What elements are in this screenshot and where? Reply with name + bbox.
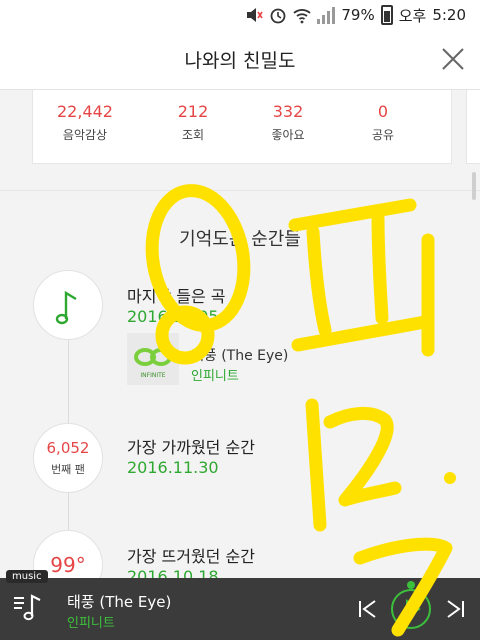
close-icon [442, 48, 464, 70]
scrollbar[interactable] [472, 172, 476, 200]
fan-rank-value: 6,052 [46, 439, 90, 457]
stat-listen: 22,442 음악감상 [40, 102, 130, 143]
album-art[interactable]: INFINITE [127, 333, 179, 385]
music-tag: music [6, 570, 48, 583]
divider [0, 190, 480, 191]
battery-icon [380, 5, 393, 25]
stat-value: 0 [377, 102, 389, 121]
previous-button[interactable] [353, 592, 383, 626]
stat-label: 좋아요 [271, 128, 305, 142]
play-button[interactable] [391, 589, 431, 629]
progress-dot[interactable] [407, 581, 415, 589]
wifi-icon [293, 6, 311, 24]
status-icons: 79% 오후 5:20 [245, 0, 466, 30]
timeline-fan-badge: 6,052 번째 팬 [33, 423, 103, 493]
stat-likes: 332 좋아요 [243, 102, 333, 143]
stat-views: 212 조회 [148, 102, 238, 143]
stat-label: 음악감상 [62, 128, 108, 142]
player-artist[interactable]: 인피니트 [67, 612, 115, 631]
timeline-music-badge [33, 270, 103, 340]
player-song-title[interactable]: 태풍 (The Eye) [67, 591, 171, 612]
next-button[interactable] [440, 592, 470, 626]
page-title: 나와의 친밀도 [184, 50, 296, 72]
close-button[interactable] [438, 44, 468, 74]
infinite-logo-image: INFINITE [134, 348, 172, 379]
song-artist[interactable]: 인피니트 [191, 365, 239, 384]
clock: 5:20 [432, 6, 466, 24]
battery-percent: 79% [341, 6, 375, 24]
music-note-icon [55, 290, 77, 325]
stat-value: 22,442 [57, 102, 113, 121]
section-title: 기억도는 순간들 [179, 229, 301, 250]
signal-icon [317, 6, 336, 24]
stat-value: 332 [272, 102, 304, 121]
stat-value: 212 [177, 102, 209, 121]
stat-label: 조회 [181, 128, 205, 142]
stat-shares: 0 공유 [338, 102, 428, 143]
title-bar: 나와의 친밀도 [0, 30, 480, 90]
timeline-entry-title: 가장 가까웠던 순간 [127, 438, 255, 457]
album-art-label: INFINITE [140, 372, 165, 379]
song-title[interactable]: 태풍 (The Eye) [191, 345, 288, 365]
timeline-entry-date: 2016.11.30 [127, 458, 219, 477]
time-ampm: 오후 [398, 6, 427, 25]
mute-icon [245, 6, 264, 24]
timeline-entry-title: 마지막 들은 곡 [127, 287, 226, 306]
fan-rank-label: 번째 팬 [51, 463, 85, 476]
playlist-music-icon [14, 594, 41, 621]
skip-next-icon [447, 600, 464, 618]
stat-label: 공유 [371, 128, 395, 142]
next-card-peek[interactable] [466, 90, 480, 164]
skip-previous-icon [359, 600, 376, 618]
timeline-entry-date: 2016.12.05 [127, 307, 219, 326]
timeline-entry-title: 가장 뜨거웠던 순간 [127, 547, 255, 566]
stats-card: 22,442 음악감상 212 조회 332 좋아요 0 공유 [32, 90, 452, 164]
playlist-button[interactable] [12, 590, 46, 624]
alarm-icon [269, 6, 287, 24]
play-icon [406, 599, 421, 619]
status-bar: 79% 오후 5:20 [0, 0, 480, 30]
